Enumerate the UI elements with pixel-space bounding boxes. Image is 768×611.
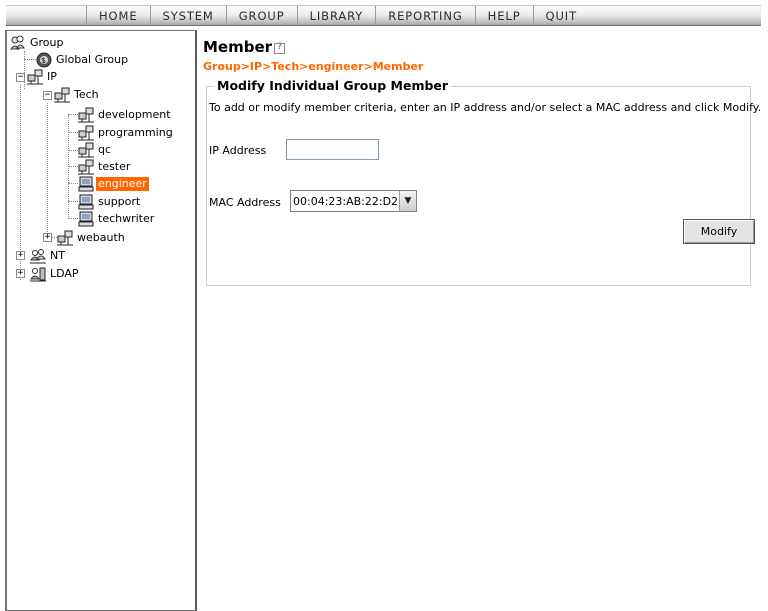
network-icon	[78, 142, 94, 158]
tree-label-ldap: LDAP	[50, 266, 79, 280]
computer-icon	[78, 211, 94, 227]
nav-group[interactable]: GROUP	[225, 6, 297, 25]
tree-node-techwriter[interactable]: techwriter	[78, 210, 156, 227]
computer-icon	[78, 194, 94, 210]
tree-label-programming: programming	[98, 125, 173, 139]
tree-line	[68, 201, 78, 202]
computer-icon	[78, 176, 94, 192]
tree-node-global-group[interactable]: $ Global Group	[36, 51, 130, 68]
tree-line	[68, 115, 69, 219]
nav-home[interactable]: HOME	[86, 6, 150, 25]
tree-line	[68, 114, 78, 115]
tree-node-development[interactable]: development	[78, 106, 173, 123]
nav-library[interactable]: LIBRARY	[296, 6, 376, 25]
tree-line	[68, 183, 78, 184]
nav-right-cap	[589, 6, 761, 25]
tree-node-nt[interactable]: NT	[30, 247, 67, 264]
svg-text:$: $	[41, 56, 46, 65]
tree-line	[68, 218, 78, 219]
tree-line	[24, 59, 36, 60]
globe-group-icon: $	[36, 52, 52, 68]
breadcrumb[interactable]: Group>IP>Tech>engineer>Member	[203, 60, 763, 73]
help-icon[interactable]	[274, 42, 286, 54]
tree-node-tester[interactable]: tester	[78, 158, 132, 175]
tree-node-ip[interactable]: IP	[27, 68, 59, 85]
mac-address-value: 00:04:23:AB:22:D2	[293, 194, 399, 208]
tree-label-support: support	[98, 194, 141, 208]
nav-system[interactable]: SYSTEM	[149, 6, 226, 25]
page-title: Member	[203, 38, 763, 56]
collapse-tech-toggle[interactable]: −	[43, 91, 52, 100]
tree-line	[47, 103, 48, 238]
tree-node-webauth[interactable]: webauth	[57, 229, 127, 246]
section-title: Modify Individual Group Member	[214, 78, 452, 93]
network-icon	[78, 159, 94, 175]
mac-address-select[interactable]: 00:04:23:AB:22:D2 ▼	[290, 190, 417, 212]
tree-line	[24, 51, 25, 89]
tree-node-tech[interactable]: Tech	[54, 86, 101, 103]
tree-label-tech: Tech	[74, 87, 99, 101]
nav-left-cap	[6, 6, 86, 25]
tree-node-engineer[interactable]: engineer	[78, 175, 149, 192]
tree-label-qc: qc	[98, 142, 112, 156]
domain-users-icon	[30, 248, 46, 264]
tree-node-ldap[interactable]: LDAP	[30, 265, 81, 282]
tree-label-engineer: engineer	[96, 176, 149, 191]
tree-node-support[interactable]: support	[78, 193, 142, 210]
expand-nt-toggle[interactable]: +	[16, 251, 25, 260]
tree-label-global-group: Global Group	[56, 52, 129, 66]
nav-help[interactable]: HELP	[474, 6, 533, 25]
network-icon	[54, 87, 70, 103]
tree-line	[68, 132, 78, 133]
group-users-icon	[10, 35, 26, 51]
directory-server-icon	[30, 266, 46, 282]
ip-address-input[interactable]	[286, 139, 379, 160]
top-navigation: HOME SYSTEM GROUP LIBRARY REPORTING HELP…	[0, 0, 768, 30]
tree-label-development: development	[98, 107, 171, 121]
modify-member-section: Modify Individual Group Member To add or…	[206, 78, 761, 286]
tree-node-group[interactable]: Group	[10, 34, 66, 51]
member-content: Member Group>IP>Tech>engineer>Member Mod…	[203, 38, 763, 286]
group-tree-panel: Group $ Global Group − IP − Tech develop…	[5, 30, 197, 611]
network-icon	[57, 230, 73, 246]
tree-label-nt: NT	[50, 248, 65, 262]
ip-address-label: IP Address	[209, 144, 267, 157]
collapse-ip-toggle[interactable]: −	[16, 73, 25, 82]
mac-address-label: MAC Address	[209, 196, 281, 209]
tree-label-group: Group	[30, 35, 64, 49]
network-icon	[78, 107, 94, 123]
tree-node-qc[interactable]: qc	[78, 141, 113, 158]
page-title-text: Member	[203, 38, 273, 56]
modify-button[interactable]: Modify	[683, 219, 755, 244]
nav-quit[interactable]: QUIT	[532, 6, 590, 25]
expand-webauth-toggle[interactable]: +	[43, 233, 52, 242]
tree-label-ip: IP	[47, 69, 57, 83]
tree-node-programming[interactable]: programming	[78, 124, 175, 141]
tree-label-tester: tester	[98, 159, 131, 173]
network-icon	[27, 69, 43, 85]
tree-label-techwriter: techwriter	[98, 211, 155, 225]
tree-line	[68, 150, 78, 151]
nav-menu-bar: HOME SYSTEM GROUP LIBRARY REPORTING HELP…	[6, 5, 761, 26]
instructions-text: To add or modify member criteria, enter …	[209, 101, 762, 114]
tree-line	[68, 166, 78, 167]
dropdown-arrow-icon[interactable]: ▼	[399, 191, 416, 211]
network-icon	[78, 125, 94, 141]
tree-label-webauth: webauth	[77, 230, 125, 244]
expand-ldap-toggle[interactable]: +	[16, 269, 25, 278]
nav-reporting[interactable]: REPORTING	[375, 6, 474, 25]
